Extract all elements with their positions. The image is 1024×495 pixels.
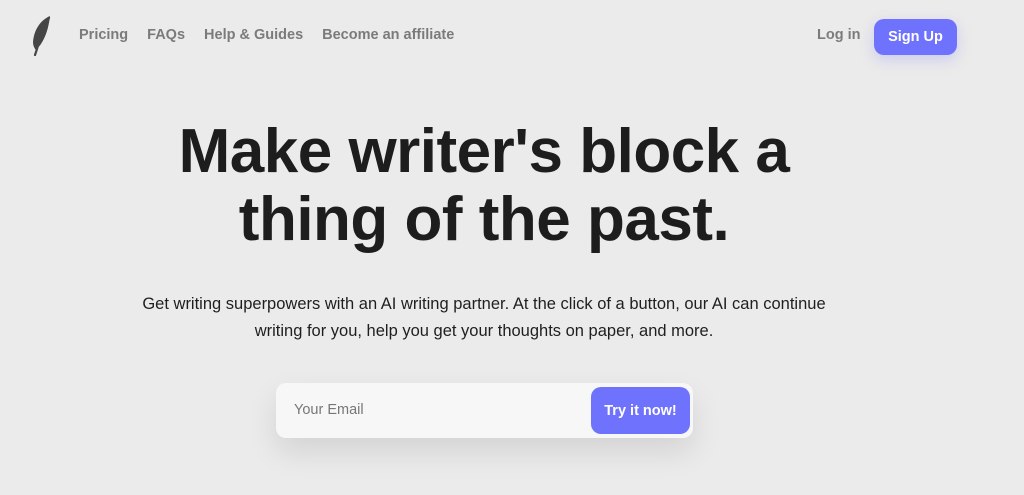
feather-icon[interactable] [28,14,54,57]
try-it-now-button[interactable]: Try it now! [591,387,690,434]
hero-subtitle: Get writing superpowers with an AI writi… [120,291,848,345]
nav-link-pricing[interactable]: Pricing [79,27,128,43]
hero-subtitle-line-2: writing for you, help you get your thoug… [254,322,714,340]
email-signup-form: Try it now! [276,383,693,438]
nav-link-faqs[interactable]: FAQs [147,27,185,43]
email-input[interactable] [292,395,591,425]
signup-button[interactable]: Sign Up [874,19,957,55]
login-link[interactable]: Log in [817,27,861,43]
hero-title-line-1: Make writer's block a [178,117,790,186]
top-navigation: Pricing FAQs Help & Guides Become an aff… [0,0,1024,72]
nav-link-affiliate[interactable]: Become an affiliate [322,27,454,43]
hero-title: Make writer's block a thing of the past. [0,118,968,254]
main-nav: Pricing FAQs Help & Guides Become an aff… [79,27,454,43]
hero-subtitle-line-1: Get writing superpowers with an AI writi… [142,295,826,313]
nav-link-help-guides[interactable]: Help & Guides [204,27,303,43]
feather-logo-graphic [33,16,51,57]
hero-title-line-2: thing of the past. [238,185,730,254]
